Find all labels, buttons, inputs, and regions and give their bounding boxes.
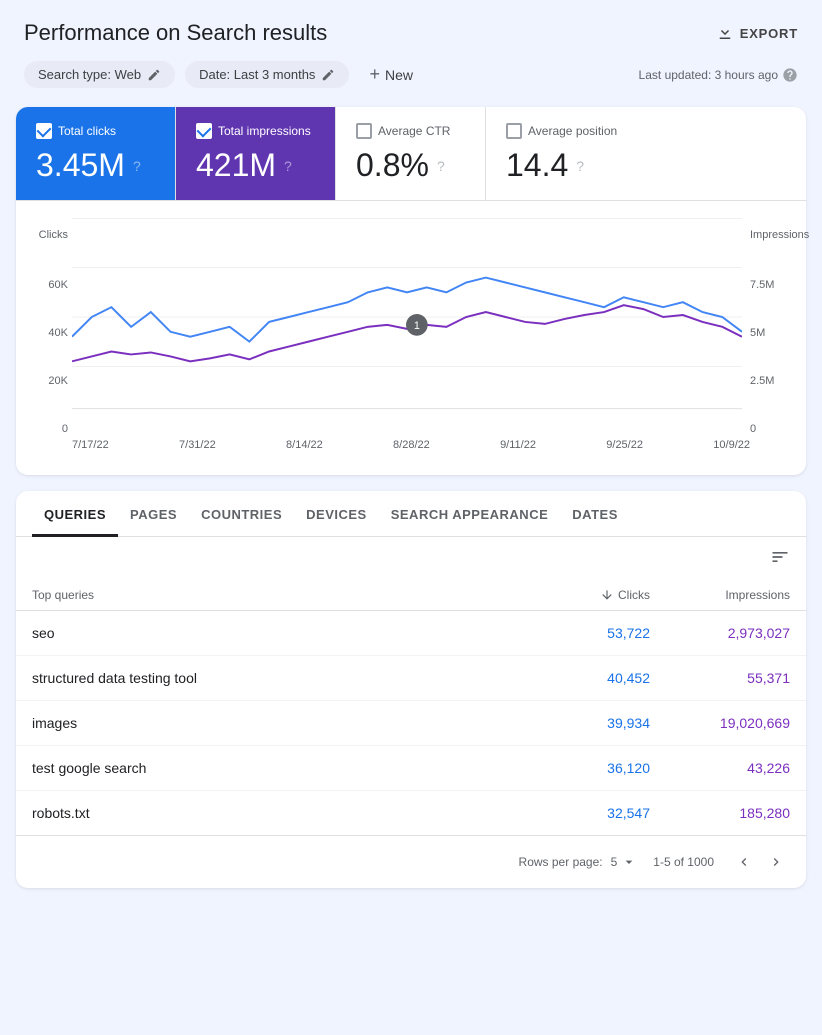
total-impressions-label: Total impressions bbox=[196, 123, 315, 139]
y-axis-left: Clicks 60K 40K 20K 0 bbox=[32, 217, 68, 435]
help-icon bbox=[782, 67, 798, 83]
metric-average-position[interactable]: Average position 14.4 ? bbox=[486, 107, 646, 200]
clicks-cell: 40,452 bbox=[530, 670, 650, 686]
metric-total-impressions[interactable]: Total impressions 421M ? bbox=[176, 107, 336, 200]
position-checkbox[interactable] bbox=[506, 123, 522, 139]
col-header-query: Top queries bbox=[32, 588, 530, 602]
rows-per-page: Rows per page: 5 bbox=[519, 854, 638, 870]
impressions-checkbox[interactable] bbox=[196, 123, 212, 139]
table-row: test google search 36,120 43,226 bbox=[16, 746, 806, 791]
average-position-label: Average position bbox=[506, 123, 626, 139]
tab-countries[interactable]: COUNTRIES bbox=[189, 491, 294, 537]
page-header: Performance on Search results EXPORT bbox=[0, 0, 822, 58]
svg-text:1: 1 bbox=[414, 320, 420, 332]
query-cell: images bbox=[32, 715, 530, 731]
page-navigation bbox=[730, 848, 790, 876]
chart-container: 1 bbox=[72, 217, 742, 420]
y-label-clicks: Clicks bbox=[32, 229, 68, 241]
page-title: Performance on Search results bbox=[24, 20, 327, 46]
x-axis: 7/17/22 7/31/22 8/14/22 8/28/22 9/11/22 … bbox=[32, 435, 790, 451]
table-header: Top queries Clicks Impressions bbox=[16, 580, 806, 611]
sort-down-icon bbox=[600, 588, 614, 602]
chart-area: Clicks 60K 40K 20K 0 bbox=[16, 201, 806, 459]
impressions-cell: 43,226 bbox=[650, 760, 790, 776]
toolbar: Search type: Web Date: Last 3 months + N… bbox=[0, 58, 822, 107]
chevron-down-icon bbox=[621, 854, 637, 870]
metric-total-clicks[interactable]: Total clicks 3.45M ? bbox=[16, 107, 176, 200]
performance-card: Total clicks 3.45M ? Total impressions 4… bbox=[16, 107, 806, 475]
average-ctr-label: Average CTR bbox=[356, 123, 465, 139]
export-button[interactable]: EXPORT bbox=[716, 24, 798, 42]
prev-page-button[interactable] bbox=[730, 848, 758, 876]
clicks-cell: 53,722 bbox=[530, 625, 650, 641]
next-page-button[interactable] bbox=[762, 848, 790, 876]
filter-icon bbox=[770, 547, 790, 567]
clicks-checkbox[interactable] bbox=[36, 123, 52, 139]
total-impressions-value: 421M ? bbox=[196, 147, 315, 184]
edit-icon-2 bbox=[321, 68, 335, 82]
impressions-cell: 185,280 bbox=[650, 805, 790, 821]
tabs-row: QUERIES PAGES COUNTRIES DEVICES SEARCH A… bbox=[16, 491, 806, 537]
table-body: seo 53,722 2,973,027 structured data tes… bbox=[16, 611, 806, 835]
pagination: Rows per page: 5 1-5 of 1000 bbox=[16, 835, 806, 888]
clicks-cell: 32,547 bbox=[530, 805, 650, 821]
bottom-card: QUERIES PAGES COUNTRIES DEVICES SEARCH A… bbox=[16, 491, 806, 888]
search-type-chip[interactable]: Search type: Web bbox=[24, 61, 175, 88]
edit-icon bbox=[147, 68, 161, 82]
col-header-clicks[interactable]: Clicks bbox=[530, 588, 650, 602]
chevron-left-icon bbox=[736, 854, 752, 870]
table-row: structured data testing tool 40,452 55,3… bbox=[16, 656, 806, 701]
chevron-right-icon bbox=[768, 854, 784, 870]
tab-devices[interactable]: DEVICES bbox=[294, 491, 379, 537]
impressions-cell: 55,371 bbox=[650, 670, 790, 686]
ctr-checkbox[interactable] bbox=[356, 123, 372, 139]
tab-search-appearance[interactable]: SEARCH APPEARANCE bbox=[379, 491, 561, 537]
total-clicks-value: 3.45M ? bbox=[36, 147, 155, 184]
query-cell: robots.txt bbox=[32, 805, 530, 821]
metrics-row: Total clicks 3.45M ? Total impressions 4… bbox=[16, 107, 806, 201]
impressions-cell: 2,973,027 bbox=[650, 625, 790, 641]
average-ctr-value: 0.8% ? bbox=[356, 147, 465, 184]
new-button[interactable]: + New bbox=[359, 58, 423, 91]
chart-svg: 1 bbox=[72, 217, 742, 417]
clicks-cell: 39,934 bbox=[530, 715, 650, 731]
tab-dates[interactable]: DATES bbox=[560, 491, 630, 537]
query-cell: seo bbox=[32, 625, 530, 641]
total-clicks-label: Total clicks bbox=[36, 123, 155, 139]
filter-button[interactable] bbox=[770, 547, 790, 570]
tab-queries[interactable]: QUERIES bbox=[32, 491, 118, 537]
y-axis-right: Impressions 7.5M 5M 2.5M 0 bbox=[746, 217, 790, 435]
query-cell: test google search bbox=[32, 760, 530, 776]
table-row: images 39,934 19,020,669 bbox=[16, 701, 806, 746]
filter-row bbox=[16, 537, 806, 580]
clicks-cell: 36,120 bbox=[530, 760, 650, 776]
query-cell: structured data testing tool bbox=[32, 670, 530, 686]
tab-pages[interactable]: PAGES bbox=[118, 491, 189, 537]
table-row: seo 53,722 2,973,027 bbox=[16, 611, 806, 656]
average-position-value: 14.4 ? bbox=[506, 147, 626, 184]
download-icon bbox=[716, 24, 734, 42]
col-header-impressions: Impressions bbox=[650, 588, 790, 602]
metric-average-ctr[interactable]: Average CTR 0.8% ? bbox=[336, 107, 486, 200]
rows-per-page-select[interactable]: 5 bbox=[611, 854, 638, 870]
table-row: robots.txt 32,547 185,280 bbox=[16, 791, 806, 835]
date-chip[interactable]: Date: Last 3 months bbox=[185, 61, 349, 88]
page-info: 1-5 of 1000 bbox=[653, 855, 714, 869]
impressions-cell: 19,020,669 bbox=[650, 715, 790, 731]
last-updated: Last updated: 3 hours ago bbox=[639, 67, 798, 83]
